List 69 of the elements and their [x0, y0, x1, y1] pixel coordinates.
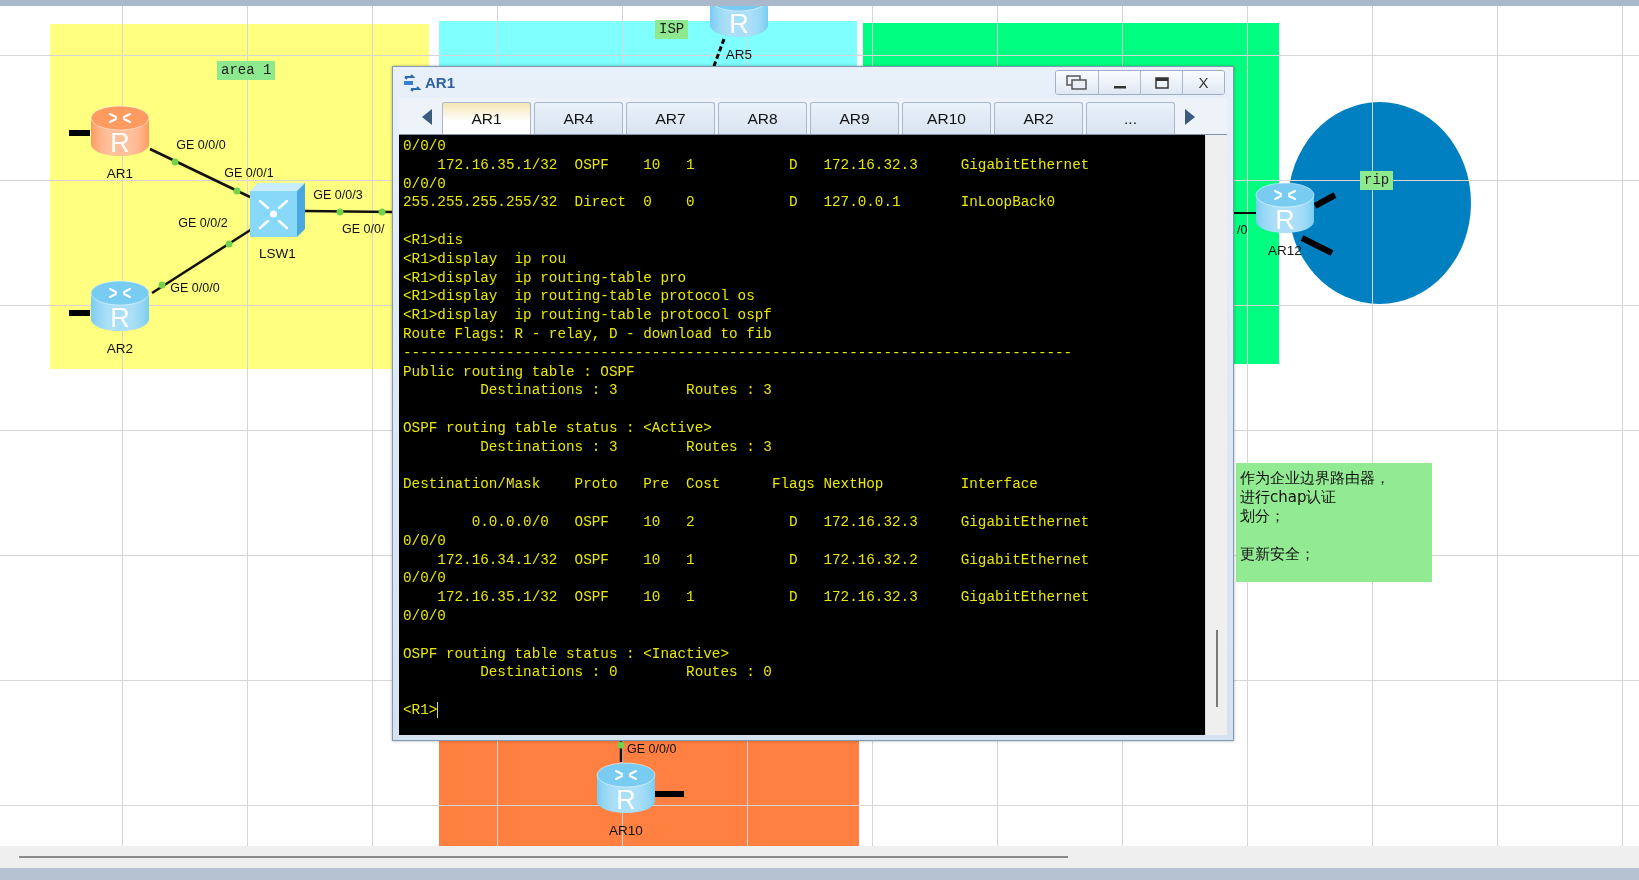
- area-label: area 1: [217, 61, 276, 80]
- maximize-button[interactable]: [1140, 71, 1182, 94]
- device-label: AR2: [106, 341, 134, 356]
- device-tab[interactable]: AR9: [810, 102, 899, 134]
- console-line: 0.0.0.0/0 OSPF 10 2 D 172.16.32.3 GigabitEthernet: [470, 512, 1091, 532]
- device-tab[interactable]: AR4: [534, 102, 623, 134]
- note-text: 作为企业边界路由器， 进行chap认证 划分；: [1240, 469, 1391, 526]
- console-line: Destinations : 3 Routes : 3: [479, 381, 773, 401]
- console-line: 0/0/0: [403, 174, 447, 194]
- port-label: GE 0/0/2: [178, 216, 228, 230]
- area-label: ISP: [655, 20, 689, 39]
- restore-button[interactable]: [1056, 71, 1098, 94]
- console-line: 0/0/0: [403, 137, 447, 156]
- cable-line: [654, 791, 684, 797]
- console-line: <R1>dis: [403, 231, 465, 250]
- console-line: 172.16.35.1/32 OSPF 10 1 D 172.16.32.3 GigabitEthernet: [436, 155, 1091, 175]
- port-label: GE 0/0/1: [224, 166, 274, 180]
- restore-icon: [1066, 75, 1088, 90]
- cable-line: [69, 310, 90, 316]
- device-tab[interactable]: AR1: [442, 102, 531, 134]
- port-label: GE 0/0/0: [627, 742, 677, 756]
- port-label: /0: [1237, 223, 1248, 237]
- device-tab[interactable]: AR2: [994, 102, 1083, 134]
- console-line: Route Flags: R - relay, D - download to fib: [403, 324, 773, 344]
- console-line: <R1>display ip routing-table pro: [403, 268, 688, 288]
- port-label: GE 0/0/0: [176, 138, 226, 152]
- port-label: GE 0/0/: [342, 222, 385, 236]
- device-tab[interactable]: AR8: [718, 102, 807, 134]
- cable-line: [1300, 235, 1334, 256]
- console-line: Destination/Mask Proto Pre Cost Flags NextHop Interface: [403, 475, 1039, 495]
- minimize-icon: [1113, 85, 1126, 89]
- device-label: AR1: [106, 166, 134, 181]
- device-tab[interactable]: AR10: [902, 102, 991, 134]
- console-line: 172.16.34.1/32 OSPF 10 1 D 172.16.32.2 GigabitEthernet: [436, 550, 1091, 570]
- switch-icon[interactable]: [250, 183, 305, 237]
- network-icon: [403, 73, 421, 92]
- console-line: 172.16.35.1/32 OSPF 10 1 D 172.16.32.3 GigabitEthernet: [436, 588, 1091, 607]
- console-line: <R1>: [403, 700, 438, 720]
- port-label: GE 0/0/3: [313, 188, 363, 202]
- console-line: OSPF routing table status : <Inactive>: [403, 644, 731, 664]
- console-line: Public routing table : OSPF: [403, 362, 636, 382]
- device-tab[interactable]: ...: [1086, 102, 1175, 134]
- console-line: <R1>display ip rou: [403, 249, 567, 269]
- note-text: 更新安全；: [1240, 545, 1316, 564]
- cable-line: [1313, 192, 1337, 209]
- text-cursor: [437, 702, 439, 719]
- window-title: AR1: [425, 74, 455, 91]
- port-label: GE 0/0/0: [170, 281, 220, 295]
- console-line: <R1>display ip routing-table protocol os: [403, 287, 756, 307]
- console-line: <R1>display ip routing-table protocol ospf: [403, 306, 773, 325]
- console-line: 0/0/0: [403, 531, 447, 551]
- console-line: 255.255.255.255/32 Direct 0 0 D 127.0.0.1 InLoopBack0: [403, 193, 1057, 213]
- device-label: AR5: [725, 47, 753, 62]
- area-label: rip: [1360, 171, 1394, 190]
- minimize-button[interactable]: [1098, 71, 1140, 94]
- cable-line: [69, 130, 90, 136]
- close-button[interactable]: X: [1182, 71, 1224, 94]
- dashed-link-line: [712, 38, 726, 67]
- device-label: LSW1: [259, 246, 296, 261]
- console-line: OSPF routing table status : <Active>: [403, 418, 713, 438]
- maximize-icon: [1154, 76, 1169, 89]
- connection-line: [617, 741, 625, 762]
- device-tab[interactable]: AR7: [626, 102, 715, 134]
- console-line: 0/0/0: [403, 569, 447, 589]
- console-line: Destinations : 0 Routes : 0: [479, 663, 773, 683]
- console-line: ------------------------------------------------------------------------------: [403, 343, 1074, 363]
- console-line: Destinations : 3 Routes : 3: [479, 437, 773, 457]
- console-line: 0/0/0: [403, 606, 447, 626]
- cable-line: [1233, 212, 1257, 214]
